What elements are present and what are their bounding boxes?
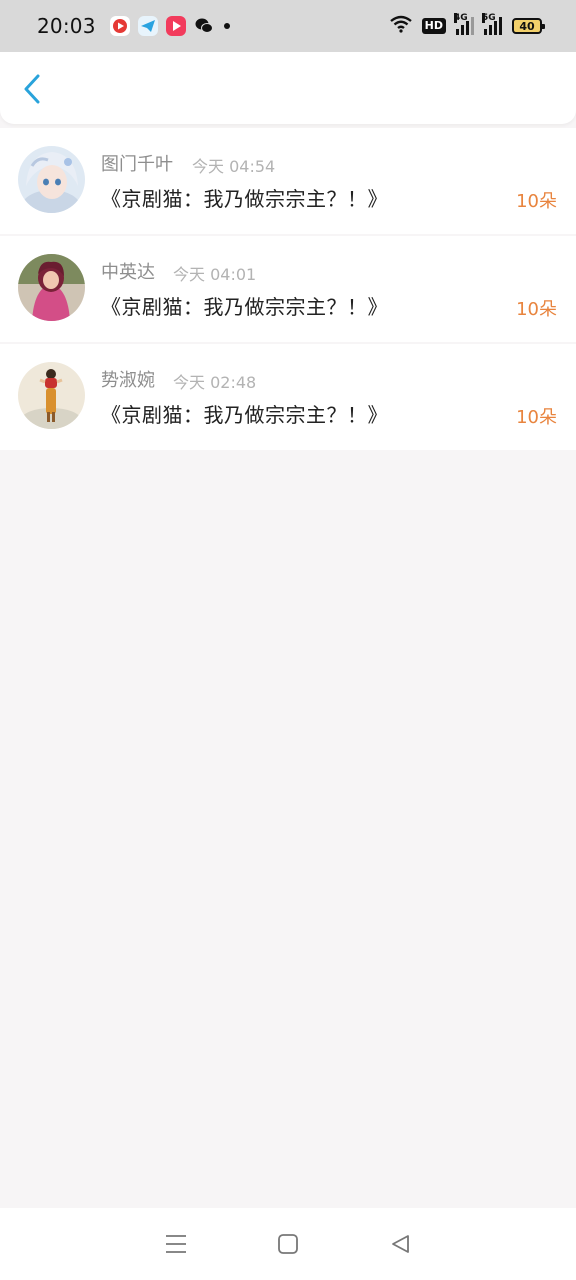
sent-time: 今天 04:54 bbox=[192, 157, 276, 176]
notification-icons bbox=[109, 16, 214, 36]
flower-amount: 10朵 bbox=[516, 191, 557, 212]
walking-child-avatar[interactable] bbox=[18, 362, 85, 429]
sent-time: 今天 02:48 bbox=[173, 373, 257, 392]
work-title: 《京剧猫：我乃做宗宗主？！》 bbox=[101, 295, 388, 319]
battery-icon: 40 bbox=[512, 18, 545, 34]
net-4g-label: 4G bbox=[454, 13, 468, 23]
more-notifications-dot bbox=[223, 23, 230, 29]
girl-pink-hair-avatar[interactable] bbox=[18, 254, 85, 321]
flower-amount: 10朵 bbox=[516, 299, 557, 320]
home-button[interactable] bbox=[276, 1232, 300, 1256]
signal-4g-icon: 4G bbox=[454, 13, 474, 35]
system-nav-bar bbox=[0, 1208, 576, 1280]
back-nav-button[interactable] bbox=[388, 1232, 412, 1256]
gift-record-list: 图门千叶 今天 04:54 《京剧猫：我乃做宗宗主？！》 10朵 中英达 今天 … bbox=[0, 128, 576, 452]
back-button[interactable] bbox=[18, 74, 46, 104]
back-triangle-icon bbox=[392, 1235, 409, 1253]
status-bar: 20:03 HD 4G 5G 40 bbox=[0, 0, 576, 52]
red-app-icon bbox=[109, 16, 130, 36]
flower-amount: 10朵 bbox=[516, 407, 557, 428]
list-item[interactable]: 中英达 今天 04:01 《京剧猫：我乃做宗宗主？！》 10朵 bbox=[0, 236, 576, 342]
sender-name: 势淑婉 bbox=[101, 370, 155, 391]
wifi-icon bbox=[389, 15, 412, 37]
battery-level: 40 bbox=[519, 19, 535, 33]
status-time: 20:03 bbox=[37, 14, 96, 38]
sent-time: 今天 04:01 bbox=[173, 265, 257, 284]
menu-icon bbox=[166, 1235, 186, 1253]
list-item[interactable]: 图门千叶 今天 04:54 《京剧猫：我乃做宗宗主？！》 10朵 bbox=[0, 128, 576, 234]
net-5g-label: 5G bbox=[482, 13, 496, 23]
top-nav-bar bbox=[0, 52, 576, 124]
work-title: 《京剧猫：我乃做宗宗主？！》 bbox=[101, 187, 388, 211]
menu-button[interactable] bbox=[164, 1232, 188, 1256]
anime-girl-avatar[interactable] bbox=[18, 146, 85, 213]
telegram-icon bbox=[137, 16, 158, 36]
status-right: HD 4G 5G 40 bbox=[389, 13, 545, 37]
video-app-icon bbox=[165, 16, 186, 36]
hd-badge: HD bbox=[421, 18, 446, 34]
back-chevron-icon bbox=[24, 74, 40, 104]
list-item[interactable]: 势淑婉 今天 02:48 《京剧猫：我乃做宗宗主？！》 10朵 bbox=[0, 344, 576, 450]
work-title: 《京剧猫：我乃做宗宗主？！》 bbox=[101, 403, 388, 427]
signal-5g-icon: 5G bbox=[482, 13, 502, 35]
home-square-icon bbox=[278, 1234, 298, 1254]
sender-name: 中英达 bbox=[101, 262, 155, 283]
sender-name: 图门千叶 bbox=[101, 154, 173, 175]
wechat-icon bbox=[194, 16, 214, 36]
